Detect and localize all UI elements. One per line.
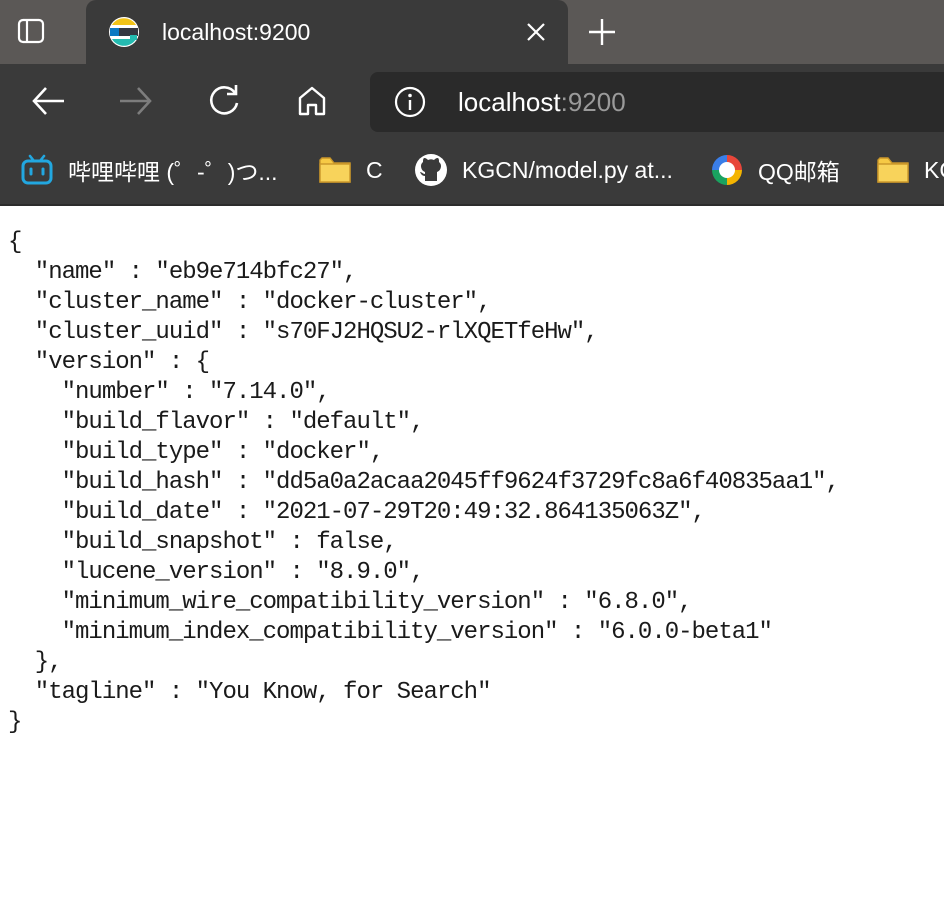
home-icon [298, 86, 326, 116]
back-arrow-icon [32, 87, 64, 115]
bookmark-qqmail[interactable]: QQ邮箱 [710, 150, 840, 190]
forward-button[interactable] [116, 81, 156, 121]
browser-toolbar: localhost:9200 [0, 64, 944, 140]
bookmark-folder-c[interactable]: C [318, 150, 383, 190]
bookmark-github-kgcn[interactable]: KGCN/model.py at... [414, 150, 673, 190]
bilibili-icon [20, 153, 54, 187]
folder-icon [876, 153, 910, 187]
bookmark-label: QQ邮箱 [758, 159, 840, 185]
bookmark-folder-kg[interactable]: KG [876, 150, 944, 190]
bookmarks-bar: 哔哩哔哩 (゜-゜)つ... C KGCN/model.py at... QQ邮… [0, 140, 944, 204]
page-content: { "name" : "eb9e714bfc27", "cluster_name… [8, 228, 944, 738]
reload-button[interactable] [204, 81, 244, 121]
bookmark-bilibili[interactable]: 哔哩哔哩 (゜-゜)つ... [20, 150, 278, 190]
address-host: localhost [458, 87, 561, 117]
plus-icon [589, 19, 615, 45]
address-text[interactable]: localhost:9200 [458, 87, 626, 117]
bookmark-label: 哔哩哔哩 (゜-゜)つ... [68, 159, 278, 185]
bookmark-label: KG [924, 156, 944, 183]
forward-arrow-icon [120, 87, 152, 115]
info-icon[interactable] [394, 86, 426, 118]
bookmark-label: C [366, 156, 383, 183]
home-button[interactable] [292, 81, 332, 121]
new-tab-button[interactable] [584, 14, 620, 50]
address-bar[interactable]: localhost:9200 [370, 72, 944, 132]
github-icon [414, 153, 448, 187]
close-tab-icon[interactable] [524, 20, 548, 44]
qqmail-icon [710, 153, 744, 187]
tab-strip: localhost:9200 [0, 0, 944, 64]
back-button[interactable] [28, 81, 68, 121]
bookmark-label: KGCN/model.py at... [462, 156, 673, 183]
active-tab[interactable]: localhost:9200 [86, 0, 568, 64]
refresh-icon [209, 85, 239, 115]
elastic-icon [109, 17, 139, 47]
folder-icon [318, 153, 352, 187]
address-port: :9200 [560, 87, 626, 117]
tab-actions-button[interactable] [16, 16, 46, 46]
tab-actions-icon [17, 18, 45, 44]
json-response: { "name" : "eb9e714bfc27", "cluster_name… [8, 229, 840, 736]
tab-title: localhost:9200 [162, 19, 311, 45]
page-divider [0, 204, 944, 206]
